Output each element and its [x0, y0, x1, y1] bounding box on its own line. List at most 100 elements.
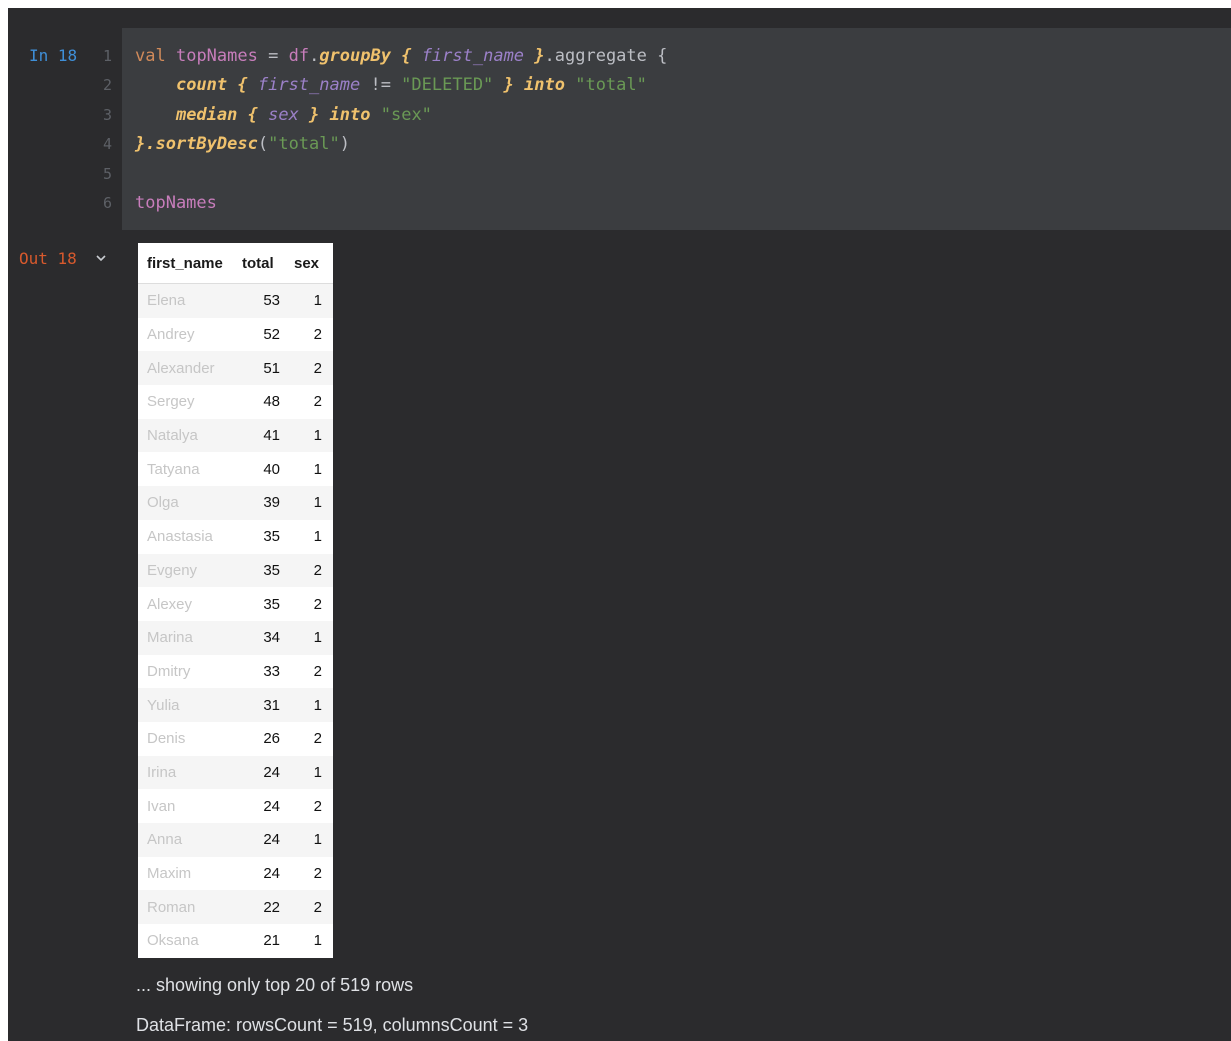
chevron-down-icon[interactable] — [94, 251, 108, 265]
code-token: median — [175, 105, 238, 125]
table-row: Marina 34 1 — [138, 620, 333, 655]
table-row: Olga 39 1 — [138, 486, 333, 520]
input-prompt: In 18 — [29, 46, 78, 65]
cell-sex: 1 — [313, 494, 322, 512]
code-token: into — [329, 105, 371, 125]
code-token: } — [298, 105, 330, 125]
cell-first-name: Olga — [147, 494, 179, 512]
cell-total: 48 — [263, 393, 280, 411]
column-header-sex[interactable]: sex — [288, 255, 333, 272]
cell-first-name: Anastasia — [147, 528, 213, 546]
cell-total: 22 — [263, 898, 280, 916]
code-token: val — [135, 46, 166, 66]
code-token: } — [524, 46, 545, 66]
cell-sex: 1 — [313, 763, 322, 781]
cell-first-name: Evgeny — [147, 561, 198, 579]
cell-sex: 2 — [313, 865, 322, 883]
cell-first-name: Dmitry — [147, 662, 191, 680]
code-line-2[interactable]: count { first_name != "DELETED" } into "… — [135, 75, 647, 95]
cell-total: 24 — [263, 831, 280, 849]
code-token: . — [309, 46, 320, 66]
code-token: into — [524, 75, 565, 95]
showing-rows-note: ... showing only top 20 of 519 rows — [136, 975, 414, 995]
table-row: Oksana 21 1 — [138, 924, 333, 958]
cell-sex: 1 — [313, 427, 322, 445]
cell-sex: 1 — [313, 831, 322, 849]
cell-first-name: Elena — [147, 292, 186, 310]
code-token: { — [390, 46, 422, 66]
cell-sex: 2 — [313, 797, 322, 815]
cell-sex: 2 — [313, 595, 322, 613]
table-row: Alexey 35 2 — [138, 587, 333, 621]
cell-first-name: Tatyana — [147, 460, 200, 478]
code-token: groupBy — [319, 46, 391, 66]
cell-total: 53 — [263, 292, 280, 310]
cell-sex: 1 — [313, 932, 322, 950]
table-row: Anna 24 1 — [138, 823, 333, 857]
code-token: { — [237, 105, 269, 125]
code-token: sex — [268, 105, 299, 125]
cell-total: 34 — [263, 629, 280, 647]
code-token: "DELETED" — [401, 75, 494, 95]
cell-sex: 1 — [313, 528, 322, 546]
cell-sex: 2 — [313, 359, 322, 377]
code-token: "sex" — [380, 105, 432, 125]
column-header-total[interactable]: total — [236, 255, 288, 272]
notebook-panel: In 18 1 2 3 4 5 6 val topNames = df.grou… — [8, 8, 1231, 1041]
table-row: Tatyana 40 1 — [138, 452, 333, 487]
cell-total: 21 — [263, 932, 280, 950]
cell-total: 33 — [263, 662, 280, 680]
code-token: "total" — [575, 75, 647, 95]
cell-total: 24 — [263, 763, 280, 781]
dataframe-table: first_name total sex Elena 53 1 Andrey 52 2 Al… — [138, 243, 333, 958]
table-row: Andrey 52 2 — [138, 317, 333, 352]
cell-first-name: Alexey — [147, 595, 193, 613]
code-token: ) — [339, 134, 350, 154]
code-token: df — [288, 46, 310, 66]
code-token: = — [257, 46, 289, 66]
code-token: first_name — [257, 75, 361, 95]
table-row: Roman 22 2 — [138, 890, 333, 925]
code-token: count — [175, 75, 228, 95]
code-token: ( — [257, 134, 269, 154]
cell-total: 24 — [263, 797, 280, 815]
line-number: 2 — [102, 76, 112, 94]
cell-sex: 2 — [313, 561, 322, 579]
cell-first-name: Natalya — [147, 427, 198, 445]
table-body: Elena 53 1 Andrey 52 2 Alexander 51 2 Sergey 48 2 Na… — [138, 284, 333, 958]
cell-total: 35 — [263, 561, 280, 579]
output-prompt: Out 18 — [19, 249, 77, 268]
cell-sex: 1 — [313, 696, 322, 714]
cell-first-name: Marina — [147, 629, 193, 647]
cell-total: 24 — [263, 865, 280, 883]
cell-first-name: Andrey — [147, 326, 195, 344]
cell-sex: 1 — [313, 460, 322, 478]
code-line-6[interactable]: topNames — [135, 193, 217, 213]
line-number: 6 — [102, 194, 112, 212]
code-line-1[interactable]: val topNames = df.groupBy { first_name }… — [135, 46, 667, 66]
table-header: first_name total sex — [138, 243, 333, 284]
table-row: Yulia 31 1 — [138, 688, 333, 722]
code-token: topNames — [175, 46, 258, 66]
table-row: Alexander 51 2 — [138, 351, 333, 386]
code-line-3[interactable]: median { sex } into "sex" — [135, 105, 432, 125]
cell-total: 35 — [263, 528, 280, 546]
cell-first-name: Anna — [147, 831, 183, 849]
cell-total: 40 — [263, 460, 280, 478]
cell-total: 51 — [263, 359, 280, 377]
line-number: 4 — [102, 135, 112, 153]
dataframe-summary: DataFrame: rowsCount = 519, columnsCount… — [136, 1015, 529, 1035]
column-header-first-name[interactable]: first_name — [138, 255, 236, 272]
table-row: Irina 24 1 — [138, 755, 333, 790]
cell-sex: 2 — [313, 326, 322, 344]
cell-total: 26 — [263, 730, 280, 748]
cell-total: 35 — [263, 595, 280, 613]
cell-total: 41 — [263, 427, 280, 445]
line-number: 1 — [102, 47, 112, 65]
code-token: "total" — [268, 134, 340, 154]
code-line-4[interactable]: }.sortByDesc("total") — [135, 134, 350, 154]
cell-sex: 1 — [313, 292, 322, 310]
